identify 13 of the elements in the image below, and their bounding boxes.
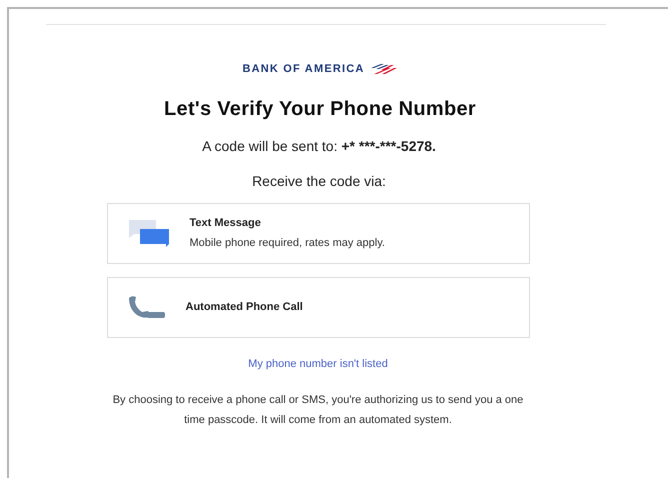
phone-icon (128, 295, 166, 319)
phone-not-listed-link[interactable]: My phone number isn't listed (248, 356, 388, 372)
page-heading: Let's Verify Your Phone Number (164, 96, 476, 122)
code-notice: A code will be sent to: +* ***-***-5278. (202, 136, 436, 156)
contact-option-card[interactable]: Text Message Mobile phone required, rates may apply. (106, 202, 530, 264)
receive-prompt: Receive the code via: (252, 172, 386, 190)
disclaimer-text: By choosing to receive a phone call or SMS, you're authorizing us to send you a one time passcode. It will come from an automated system. (112, 393, 524, 428)
contact-option-card[interactable]: Automated Phone Call (106, 276, 530, 338)
chat-bubbles-icon (128, 218, 170, 248)
option-title: Automated Phone Call (186, 300, 303, 315)
bank-logo-text: BANK OF AMERICA (242, 62, 365, 77)
option-title: Text Message (190, 216, 262, 231)
option-description: Mobile phone required, rates may apply. (190, 236, 385, 250)
